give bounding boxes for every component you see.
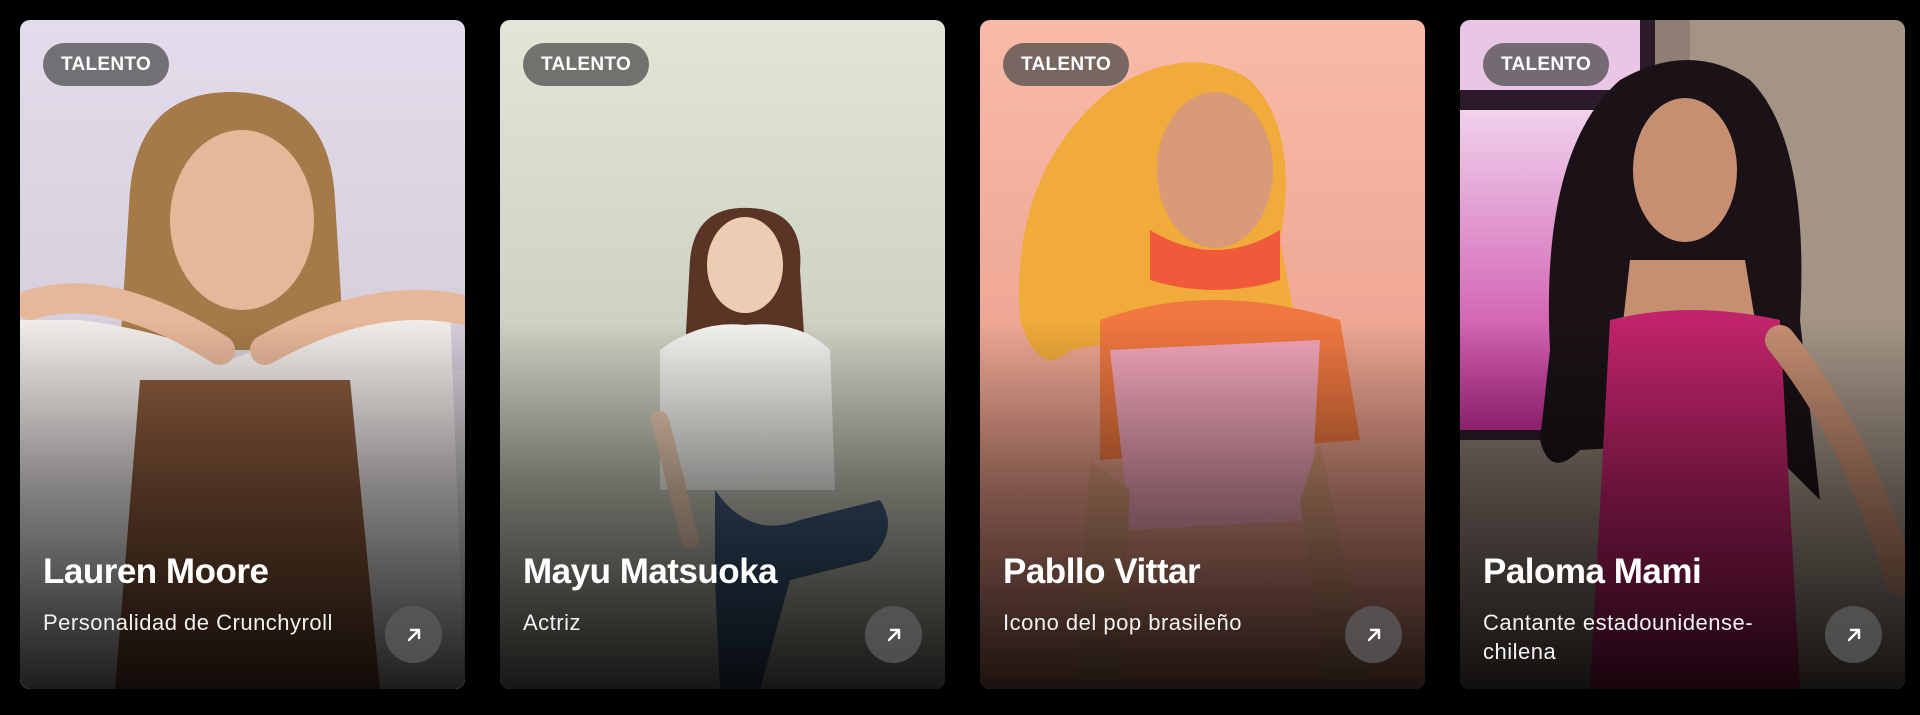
talent-name: Paloma Mami — [1483, 552, 1702, 591]
category-badge: TALENTO — [523, 43, 650, 86]
talent-description: Icono del pop brasileño — [1003, 610, 1242, 635]
talent-card-mayu-matsuoka[interactable]: TALENTO Mayu Matsuoka Actriz — [500, 20, 945, 689]
talent-description: Personalidad de Crunchyroll — [43, 610, 333, 635]
open-talent-button[interactable] — [1345, 606, 1402, 663]
open-talent-button[interactable] — [865, 606, 922, 663]
talent-name: Mayu Matsuoka — [523, 552, 778, 591]
open-talent-button[interactable] — [385, 606, 442, 663]
category-badge: TALENTO — [43, 43, 170, 86]
talent-card-paloma-mami[interactable]: TALENTO Paloma Mami Cantante estadounide… — [1460, 20, 1905, 689]
talent-card-lauren-moore[interactable]: TALENTO Lauren Moore Personalidad de Cru… — [20, 20, 465, 689]
category-badge: TALENTO — [1483, 43, 1610, 86]
open-talent-button[interactable] — [1825, 606, 1882, 663]
arrow-up-right-icon — [1847, 628, 1860, 641]
category-badge: TALENTO — [1003, 43, 1130, 86]
talent-name: Lauren Moore — [43, 552, 269, 591]
talent-description: Actriz — [523, 610, 581, 635]
talent-carousel: TALENTO Lauren Moore Personalidad de Cru… — [20, 20, 1905, 689]
arrow-up-right-icon — [887, 628, 900, 641]
arrow-up-right-icon — [407, 628, 420, 641]
talent-card-pabllo-vittar[interactable]: TALENTO Pabllo Vittar Icono del pop bras… — [980, 20, 1425, 689]
arrow-up-right-icon — [1367, 628, 1380, 641]
talent-name: Pabllo Vittar — [1003, 552, 1201, 591]
talent-description: Cantante estadounidense-chilena — [1483, 610, 1754, 664]
